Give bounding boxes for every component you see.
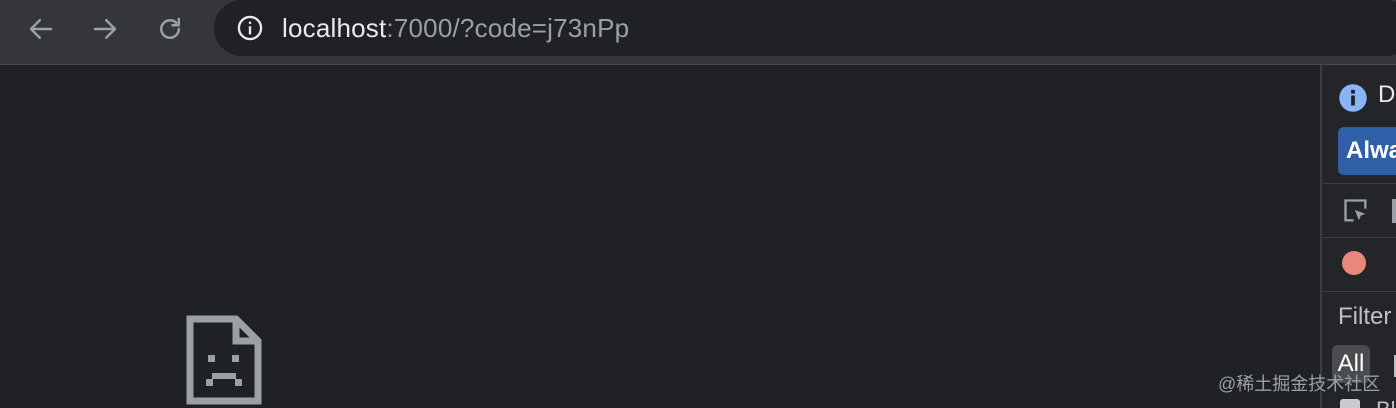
checkbox-label: Bl bbox=[1376, 397, 1396, 408]
forward-button[interactable] bbox=[84, 8, 126, 50]
record-icon[interactable] bbox=[1342, 251, 1366, 275]
devtools-panel: D Alwa Filter All Bl bbox=[1320, 65, 1396, 408]
reload-icon bbox=[160, 17, 180, 39]
arrow-left-icon bbox=[29, 19, 53, 39]
infobar-message: D bbox=[1378, 81, 1396, 108]
browser-toolbar: localhost:7000/?code=j73nPp bbox=[0, 0, 1396, 65]
devtools-toolbar bbox=[1322, 183, 1396, 238]
filter-input[interactable]: Filter bbox=[1338, 303, 1391, 331]
inspect-element-icon[interactable] bbox=[1342, 197, 1370, 225]
info-icon bbox=[1339, 84, 1367, 112]
url-text[interactable]: localhost:7000/?code=j73nPp bbox=[282, 12, 629, 44]
devtools-infobar: D Alwa bbox=[1322, 65, 1396, 184]
back-button[interactable] bbox=[20, 8, 62, 50]
sad-file-icon bbox=[186, 315, 262, 405]
url-host: localhost bbox=[282, 13, 387, 43]
network-controls bbox=[1322, 237, 1396, 292]
address-bar[interactable]: localhost:7000/?code=j73nPp bbox=[214, 0, 1396, 56]
info-circle-icon[interactable] bbox=[236, 14, 264, 42]
reload-button[interactable] bbox=[149, 8, 191, 50]
device-toolbar-icon[interactable] bbox=[1392, 199, 1396, 223]
url-path: :7000/?code=j73nPp bbox=[386, 13, 630, 43]
checkbox[interactable] bbox=[1340, 399, 1360, 408]
arrow-right-icon bbox=[93, 19, 117, 39]
watermark: @稀土掘金技术社区 bbox=[1218, 374, 1381, 394]
always-button[interactable]: Alwa bbox=[1338, 127, 1396, 175]
page-content bbox=[0, 65, 1320, 408]
